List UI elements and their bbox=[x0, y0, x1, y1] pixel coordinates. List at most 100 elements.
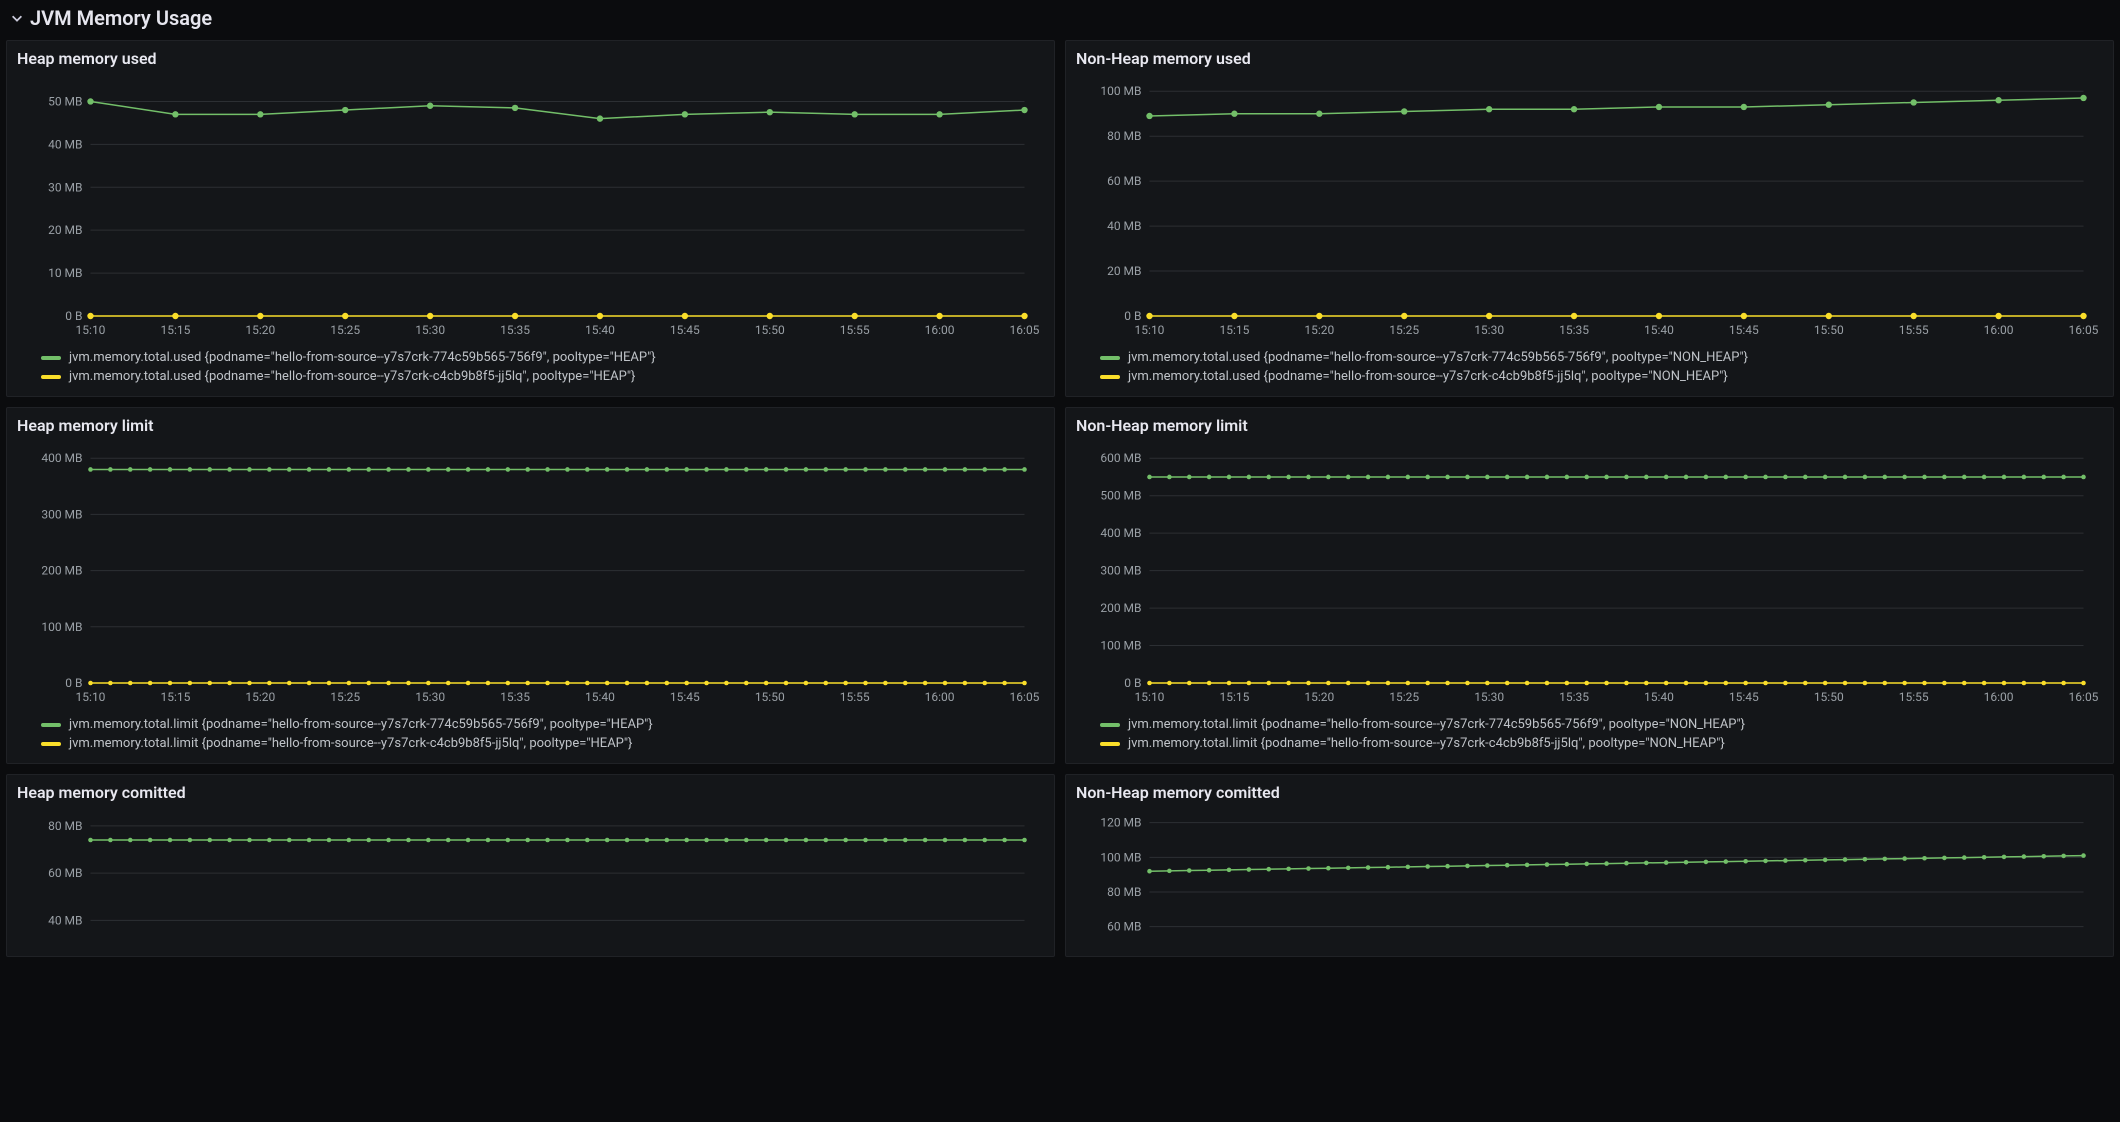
panel-nonheap-limit[interactable]: Non-Heap memory limit 0 B 100 MB 200 MB 300 … bbox=[1065, 407, 2114, 764]
chart-area[interactable]: 0 B 100 MB 200 MB 300 MB 400 MB 500 MB 600 MB 1… bbox=[1076, 439, 2103, 709]
legend-label: jvm.memory.total.used {podname="hello-fr… bbox=[69, 350, 656, 365]
y-tick-label: 60 MB bbox=[48, 866, 82, 880]
y-tick-label: 60 MB bbox=[1107, 920, 1141, 934]
y-tick-label: 20 MB bbox=[48, 223, 82, 237]
y-tick-label: 40 MB bbox=[48, 137, 82, 151]
legend-item[interactable]: jvm.memory.total.limit {podname="hello-f… bbox=[41, 734, 1042, 753]
y-tick-label: 400 MB bbox=[41, 451, 82, 465]
x-tick-label: 15:25 bbox=[1389, 323, 1419, 337]
x-tick-label: 15:50 bbox=[755, 323, 785, 337]
legend-swatch bbox=[41, 742, 61, 746]
x-tick-label: 16:05 bbox=[2069, 690, 2099, 704]
y-tick-label: 0 B bbox=[1124, 676, 1141, 690]
x-tick-label: 16:05 bbox=[1010, 690, 1040, 704]
chart-area[interactable]: 60 MB 80 MB 100 MB 120 MB bbox=[1076, 806, 2103, 946]
panel-heap-used[interactable]: Heap memory used0 B10 MB20 MB30 MB40 MB5… bbox=[6, 40, 1055, 397]
x-tick-label: 15:45 bbox=[670, 690, 700, 704]
x-tick-label: 15:55 bbox=[1899, 690, 1929, 704]
y-tick-label: 60 MB bbox=[1107, 174, 1141, 188]
x-tick-label: 15:30 bbox=[1474, 690, 1504, 704]
chart-area[interactable]: 0 B20 MB40 MB60 MB80 MB100 MB15:1015:151… bbox=[1076, 72, 2103, 342]
panel-title: Non-Heap memory comitted bbox=[1076, 783, 2103, 802]
panel-title: Heap memory limit bbox=[17, 416, 1044, 435]
legend-item[interactable]: jvm.memory.total.used {podname="hello-fr… bbox=[1100, 348, 2101, 367]
y-tick-label: 40 MB bbox=[48, 913, 82, 927]
legend: jvm.memory.total.limit {podname="hello-f… bbox=[17, 709, 1044, 753]
x-tick-label: 15:20 bbox=[245, 323, 275, 337]
x-tick-label: 15:35 bbox=[1559, 690, 1589, 704]
y-tick-label: 80 MB bbox=[1107, 129, 1141, 143]
panel-title: Non-Heap memory limit bbox=[1076, 416, 2103, 435]
x-tick-label: 16:00 bbox=[1984, 690, 2014, 704]
legend-label: jvm.memory.total.used {podname="hello-fr… bbox=[1128, 369, 1728, 384]
y-tick-label: 40 MB bbox=[1107, 219, 1141, 233]
row-header[interactable]: JVM Memory Usage bbox=[0, 0, 2120, 40]
y-tick-label: 400 MB bbox=[1100, 526, 1141, 540]
legend-label: jvm.memory.total.limit {podname="hello-f… bbox=[69, 736, 632, 751]
chevron-down-icon bbox=[10, 11, 24, 25]
y-tick-label: 100 MB bbox=[1100, 639, 1141, 653]
y-tick-label: 100 MB bbox=[41, 620, 82, 634]
x-tick-label: 16:00 bbox=[925, 690, 955, 704]
y-tick-label: 300 MB bbox=[1100, 564, 1141, 578]
x-tick-label: 15:45 bbox=[1729, 690, 1759, 704]
legend-swatch bbox=[41, 375, 61, 379]
legend-label: jvm.memory.total.limit {podname="hello-f… bbox=[1128, 717, 1745, 732]
x-tick-label: 16:00 bbox=[1984, 323, 2014, 337]
x-tick-label: 16:05 bbox=[2069, 323, 2099, 337]
y-tick-label: 20 MB bbox=[1107, 264, 1141, 278]
y-tick-label: 80 MB bbox=[1107, 885, 1141, 899]
y-tick-label: 300 MB bbox=[41, 507, 82, 521]
panel-nonheap-committed[interactable]: Non-Heap memory comitted 60 MB 80 MB 100 MB… bbox=[1065, 774, 2114, 957]
x-tick-label: 15:10 bbox=[1135, 323, 1165, 337]
row-title: JVM Memory Usage bbox=[30, 6, 212, 30]
x-tick-label: 15:40 bbox=[1644, 690, 1674, 704]
legend-item[interactable]: jvm.memory.total.used {podname="hello-fr… bbox=[41, 348, 1042, 367]
y-tick-label: 500 MB bbox=[1100, 489, 1141, 503]
panel-heap-limit[interactable]: Heap memory limit0 B100 MB200 MB300 MB40… bbox=[6, 407, 1055, 764]
x-tick-label: 15:50 bbox=[1814, 323, 1844, 337]
y-tick-label: 50 MB bbox=[48, 94, 82, 108]
y-tick-label: 10 MB bbox=[48, 266, 82, 280]
x-tick-label: 15:10 bbox=[76, 690, 106, 704]
legend-item[interactable]: jvm.memory.total.limit {podname="hello-f… bbox=[1100, 734, 2101, 753]
legend-swatch bbox=[1100, 742, 1120, 746]
y-tick-label: 200 MB bbox=[1100, 601, 1141, 615]
panel-title: Heap memory comitted bbox=[17, 783, 1044, 802]
y-tick-label: 200 MB bbox=[41, 564, 82, 578]
chart-area[interactable]: 40 MB60 MB80 MB bbox=[17, 806, 1044, 946]
chart-area[interactable]: 0 B10 MB20 MB30 MB40 MB50 MB15:1015:1515… bbox=[17, 72, 1044, 342]
x-tick-label: 15:35 bbox=[500, 323, 530, 337]
legend-item[interactable]: jvm.memory.total.limit {podname="hello-f… bbox=[1100, 715, 2101, 734]
x-tick-label: 15:15 bbox=[160, 690, 190, 704]
x-tick-label: 15:55 bbox=[840, 690, 870, 704]
x-tick-label: 15:25 bbox=[330, 323, 360, 337]
x-tick-label: 15:25 bbox=[330, 690, 360, 704]
x-tick-label: 15:40 bbox=[585, 690, 615, 704]
y-tick-label: 0 B bbox=[65, 309, 82, 323]
legend-label: jvm.memory.total.limit {podname="hello-f… bbox=[1128, 736, 1725, 751]
legend-swatch bbox=[41, 356, 61, 360]
legend-swatch bbox=[41, 723, 61, 727]
legend-label: jvm.memory.total.used {podname="hello-fr… bbox=[69, 369, 635, 384]
x-tick-label: 15:50 bbox=[1814, 690, 1844, 704]
legend-label: jvm.memory.total.used {podname="hello-fr… bbox=[1128, 350, 1748, 365]
legend-item[interactable]: jvm.memory.total.used {podname="hello-fr… bbox=[41, 367, 1042, 386]
panel-nonheap-used[interactable]: Non-Heap memory used0 B20 MB40 MB60 MB80… bbox=[1065, 40, 2114, 397]
x-tick-label: 15:10 bbox=[1135, 690, 1165, 704]
legend: jvm.memory.total.used {podname="hello-fr… bbox=[1076, 342, 2103, 386]
chart-area[interactable]: 0 B100 MB200 MB300 MB400 MB15:1015:1515:… bbox=[17, 439, 1044, 709]
y-tick-label: 100 MB bbox=[1100, 850, 1141, 864]
panel-heap-committed[interactable]: Heap memory comitted40 MB60 MB80 MB bbox=[6, 774, 1055, 957]
x-tick-label: 15:45 bbox=[1729, 323, 1759, 337]
y-tick-label: 600 MB bbox=[1100, 451, 1141, 465]
x-tick-label: 15:25 bbox=[1389, 690, 1419, 704]
x-tick-label: 16:05 bbox=[1010, 323, 1040, 337]
x-tick-label: 15:20 bbox=[1304, 323, 1334, 337]
y-tick-label: 120 MB bbox=[1100, 816, 1141, 830]
x-tick-label: 15:15 bbox=[1219, 690, 1249, 704]
x-tick-label: 15:20 bbox=[245, 690, 275, 704]
legend-item[interactable]: jvm.memory.total.used {podname="hello-fr… bbox=[1100, 367, 2101, 386]
legend-item[interactable]: jvm.memory.total.limit {podname="hello-f… bbox=[41, 715, 1042, 734]
x-tick-label: 15:10 bbox=[76, 323, 106, 337]
